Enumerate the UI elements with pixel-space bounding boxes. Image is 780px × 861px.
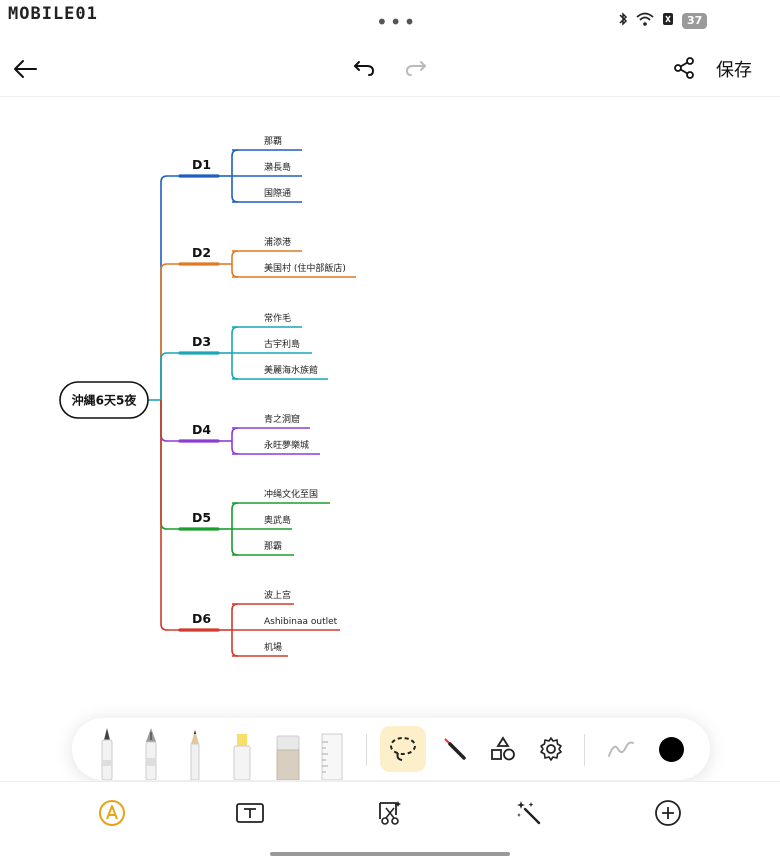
day-label[interactable]: D6 [192,611,211,626]
bottom-nav [0,781,780,861]
item-label[interactable]: 奥武島 [264,514,291,526]
day-label[interactable]: D1 [192,157,211,172]
pencil-icon[interactable] [182,718,208,780]
watermark-logo: MOBILE01 [8,4,98,24]
item-label[interactable]: 美国村 (住中部飯店) [264,262,346,274]
item-label[interactable]: 那覇 [264,136,282,147]
item-label[interactable]: 冲绳文化至国 [264,488,318,500]
item-label[interactable]: 常作毛 [264,312,291,324]
day-connector[interactable] [160,400,180,530]
item-label[interactable]: 国際通 [264,187,291,199]
highlighter-icon[interactable] [228,718,256,780]
pen-toolbar [72,718,710,780]
home-indicator[interactable] [270,852,510,856]
stroke-preview-icon[interactable] [604,734,638,764]
save-button[interactable]: 保存 [716,56,752,82]
fountain-pen-icon[interactable] [138,718,164,780]
day-label[interactable]: D2 [192,245,211,260]
item-bracket[interactable] [231,250,239,278]
item-label[interactable]: 波上宫 [264,589,291,601]
magic-wand-icon[interactable] [514,798,544,828]
settings-icon[interactable] [536,734,566,764]
more-dots-icon[interactable]: ••• [376,12,417,32]
add-icon[interactable] [653,798,683,828]
toolbar-divider [366,734,367,766]
battery-icon: 37 [682,13,708,29]
item-label[interactable]: 青之洞窟 [264,413,300,425]
ruler-icon[interactable] [316,718,348,780]
back-arrow-icon[interactable] [10,54,40,84]
sim-off-icon [662,12,674,30]
text-box-icon[interactable] [235,798,265,828]
laser-pointer-icon[interactable] [440,734,470,764]
select-crop-icon[interactable] [375,798,405,828]
item-label[interactable]: 浦添港 [264,236,291,248]
day-connector[interactable] [160,400,180,442]
shapes-icon[interactable] [488,734,518,764]
bluetooth-icon [618,12,628,30]
status-icons: 37 [618,12,708,30]
item-bracket[interactable] [231,427,239,455]
day-connector[interactable] [160,263,180,400]
item-label[interactable]: 古宇利島 [264,338,300,350]
lasso-icon[interactable] [386,734,420,764]
status-bar: MOBILE01 ••• 37 [0,0,780,44]
item-label[interactable]: 瀨長島 [264,161,291,173]
item-label[interactable]: 永旺夢樂城 [264,439,309,451]
share-icon[interactable] [670,54,698,82]
item-label[interactable]: 美麗海水族館 [264,364,318,376]
day-connector[interactable] [160,400,180,631]
mindmap[interactable]: D1 那覇瀨長島国際通 D2 浦添港美国村 (住中部飯店) D3 常作毛古宇利島美麗海水族… [0,97,780,707]
eraser-icon[interactable] [272,718,304,780]
day-label[interactable]: D5 [192,510,211,525]
day-connector[interactable] [160,352,180,400]
undo-icon[interactable] [350,54,378,82]
ballpoint-pen-icon[interactable] [94,718,120,780]
pen-mode-icon[interactable] [97,798,127,828]
root-label[interactable]: 沖縄6天5夜 [72,393,138,408]
item-label[interactable]: 机場 [264,641,282,653]
redo-icon[interactable] [402,54,430,82]
top-toolbar: 保存 [0,44,780,97]
color-picker-icon[interactable] [659,737,684,762]
item-label[interactable]: Ashibinaa outlet [264,617,338,627]
day-label[interactable]: D4 [192,422,211,437]
toolbar-divider [584,734,585,766]
item-label[interactable]: 那霸 [264,541,282,552]
wifi-icon [636,12,654,30]
note-canvas[interactable]: D1 那覇瀨長島国際通 D2 浦添港美国村 (住中部飯店) D3 常作毛古宇利島美麗海水族… [0,97,780,707]
day-connector[interactable] [160,175,180,400]
day-label[interactable]: D3 [192,334,211,349]
